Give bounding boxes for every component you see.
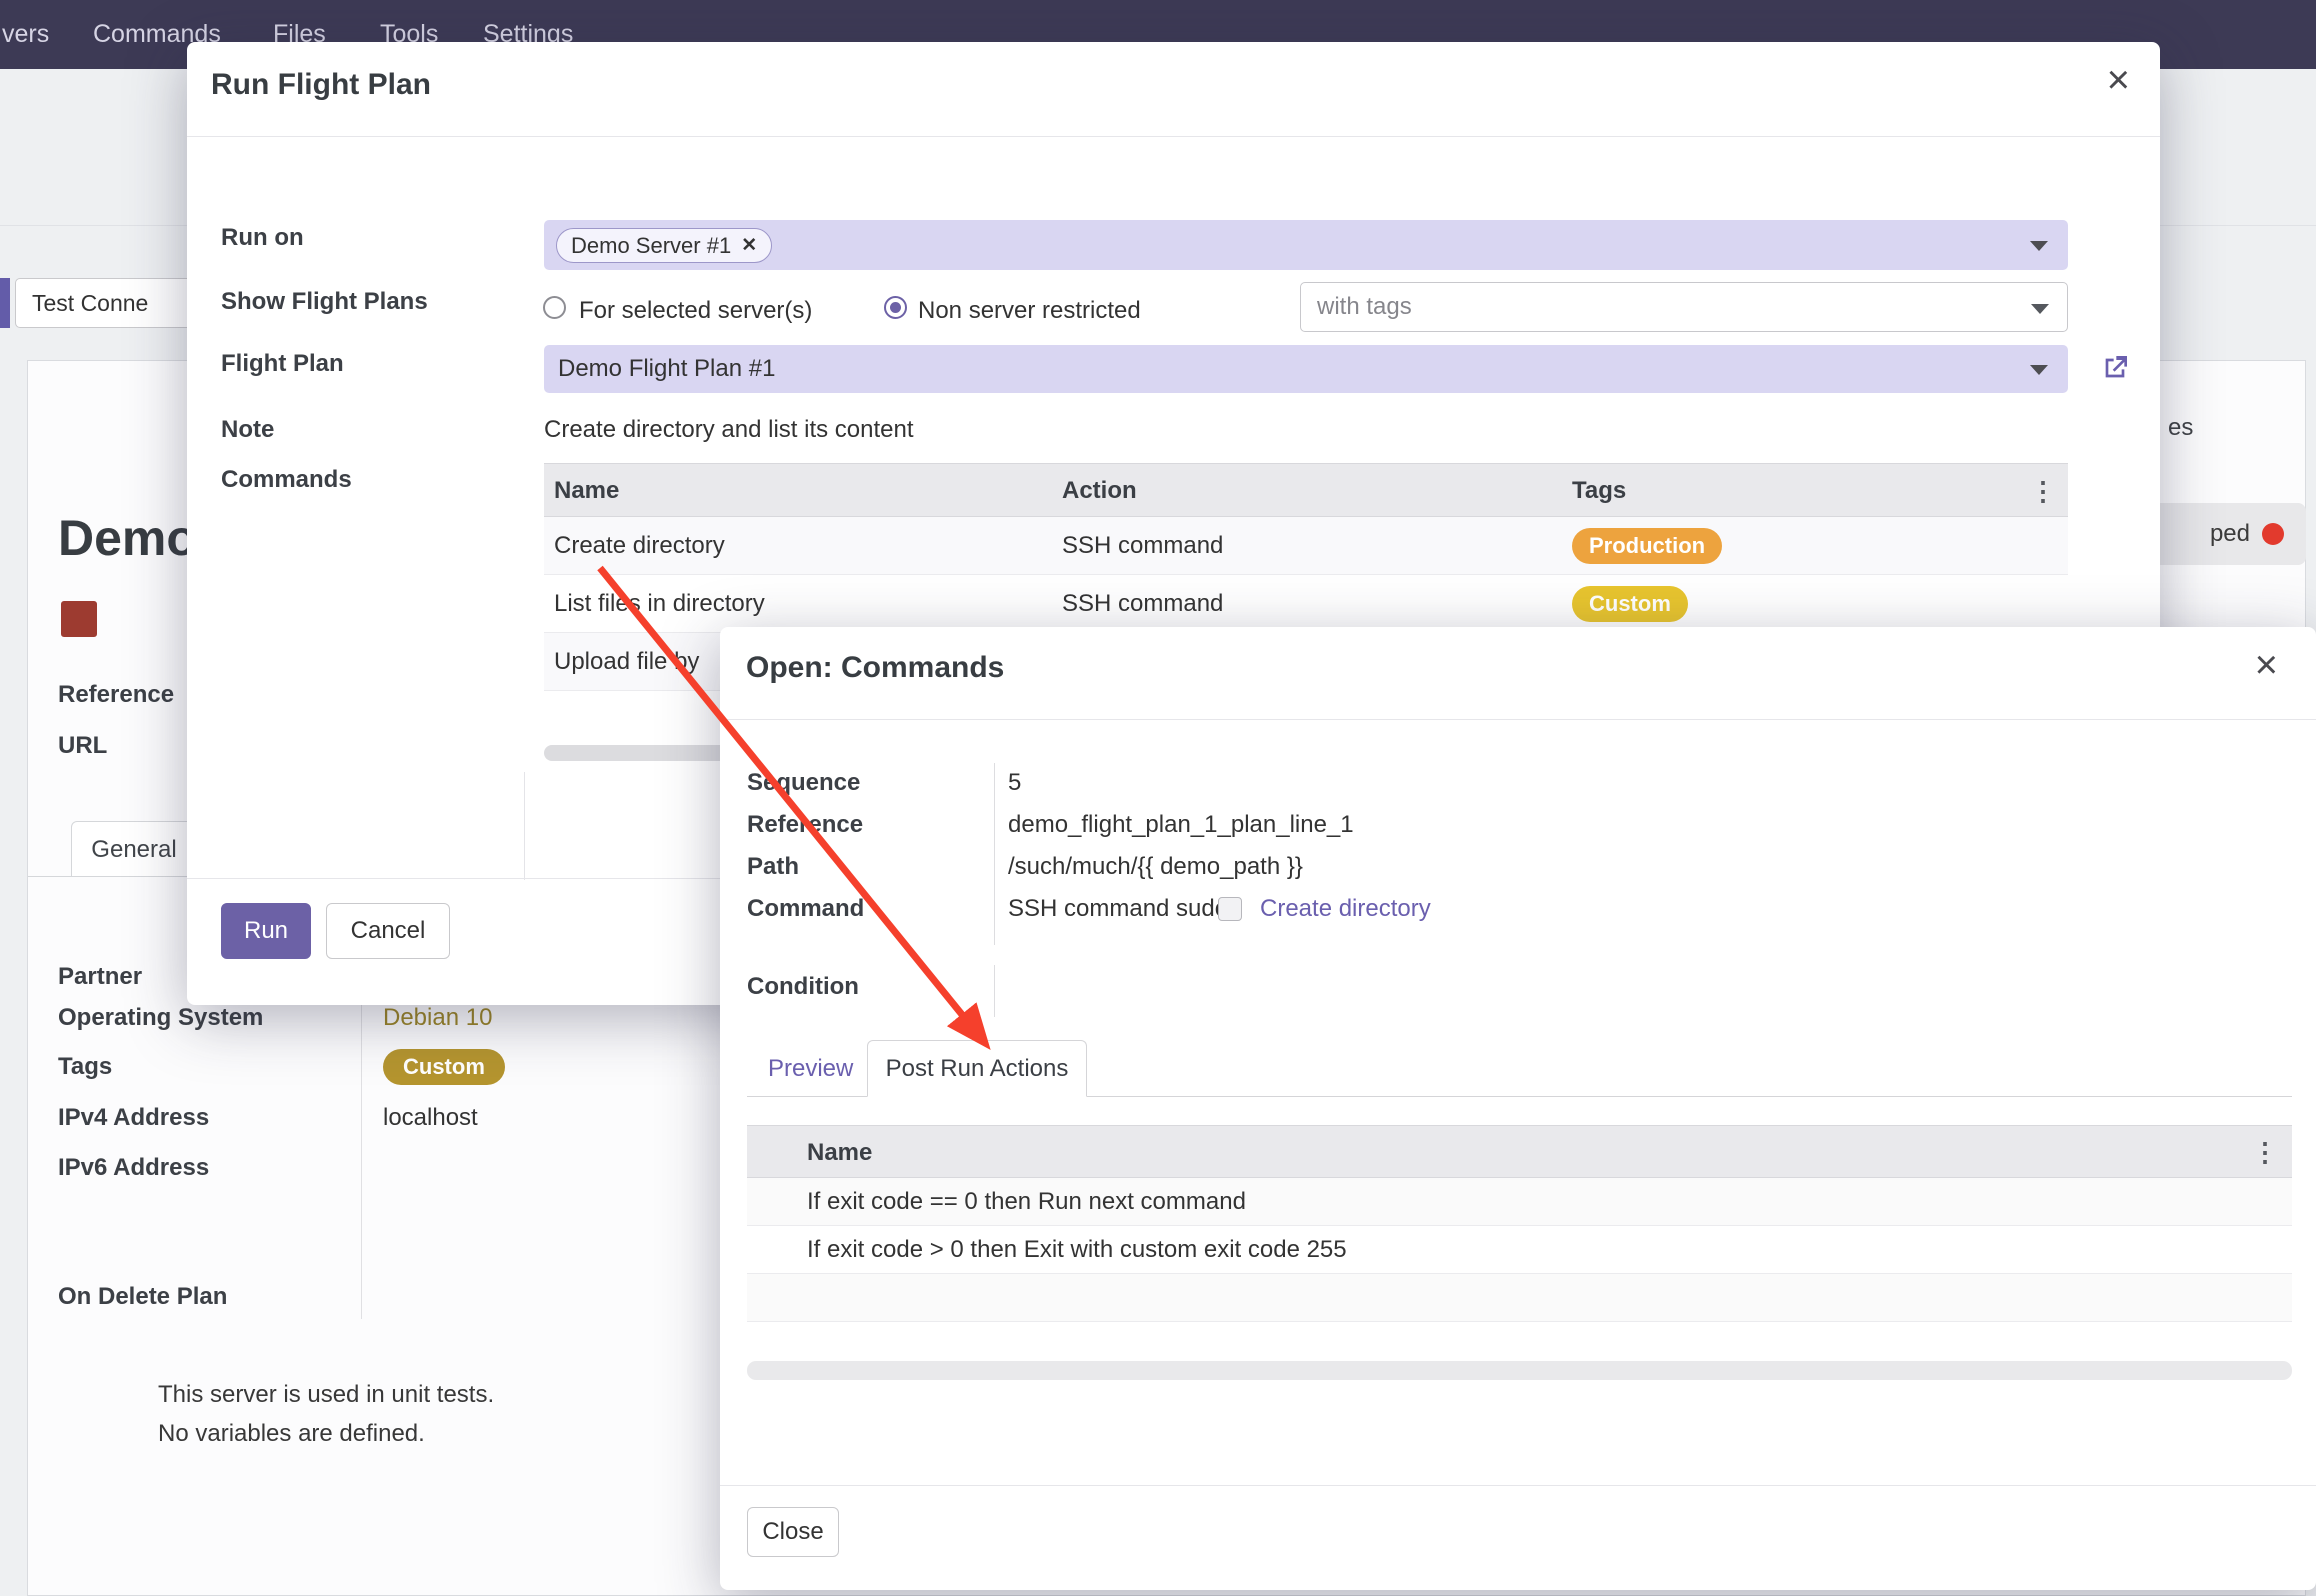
command-value: SSH command sudo — [1008, 895, 1228, 923]
field-separator — [994, 965, 995, 1017]
path-label: Path — [747, 853, 799, 881]
external-link-icon[interactable] — [2099, 352, 2131, 389]
table-row[interactable]: If exit code == 0 then Run next command — [747, 1178, 2292, 1226]
kebab-menu-icon[interactable]: ⋮ — [2030, 476, 2056, 507]
sequence-label: Sequence — [747, 769, 860, 797]
note-label: Note — [221, 416, 274, 444]
reference-value: demo_flight_plan_1_plan_line_1 — [1008, 811, 1354, 839]
row-name: List files in directory — [554, 590, 765, 618]
plan-description: Create directory and list its content — [544, 416, 914, 444]
table-row-empty — [747, 1274, 2292, 1322]
col-name[interactable]: Name — [554, 477, 619, 505]
os-value[interactable]: Debian 10 — [383, 1004, 492, 1032]
radio-non-server-restricted[interactable] — [884, 296, 907, 319]
radio-selected-servers[interactable] — [543, 296, 566, 319]
col-action[interactable]: Action — [1062, 477, 1137, 505]
field-separator — [994, 763, 995, 945]
radio-non-server-restricted-label[interactable]: Non server restricted — [918, 297, 1141, 325]
tab-preview[interactable]: Preview — [768, 1055, 853, 1083]
tab-post-run-actions[interactable]: Post Run Actions — [867, 1040, 1087, 1097]
run-modal-title: Run Flight Plan — [211, 68, 431, 102]
radio-selected-servers-label[interactable]: For selected server(s) — [579, 297, 812, 325]
chevron-down-icon[interactable] — [2030, 365, 2048, 375]
flight-plan-label: Flight Plan — [221, 350, 344, 378]
cancel-button[interactable]: Cancel — [326, 903, 450, 959]
checkbox[interactable] — [1218, 897, 1242, 921]
col-tags[interactable]: Tags — [1572, 477, 1626, 505]
chevron-down-icon[interactable] — [2031, 304, 2049, 314]
server-title: Demo — [58, 509, 197, 567]
table-row[interactable]: If exit code > 0 then Exit with custom e… — [747, 1226, 2292, 1274]
close-icon[interactable]: × — [2255, 645, 2278, 685]
button-fragment[interactable] — [0, 278, 10, 328]
row-action-text: If exit code > 0 then Exit with custom e… — [807, 1236, 1347, 1264]
with-tags-placeholder: with tags — [1317, 293, 1412, 320]
flight-plan-select[interactable]: Demo Flight Plan #1 — [544, 345, 2068, 393]
command-label: Command — [747, 895, 864, 923]
open-commands-modal: Open: Commands × Sequence 5 Reference de… — [720, 627, 2316, 1590]
ipv4-label: IPv4 Address — [58, 1104, 209, 1132]
run-on-label: Run on — [221, 224, 304, 252]
horizontal-scrollbar[interactable] — [747, 1361, 2292, 1380]
tags-label: Tags — [58, 1053, 112, 1081]
table-row[interactable]: Create directory SSH command Production — [544, 517, 2068, 575]
status-text: ped — [2210, 520, 2250, 548]
with-tags-input[interactable]: with tags — [1300, 282, 2068, 332]
server-chip[interactable]: Demo Server #1 ✕ — [556, 228, 772, 263]
tag-production: Production — [1572, 528, 1722, 564]
tab-general[interactable]: General — [71, 821, 197, 877]
nav-item-servers[interactable]: vers — [2, 0, 49, 69]
commands-modal-title: Open: Commands — [746, 651, 1004, 685]
reference-label: Reference — [58, 681, 174, 709]
screen: vers Commands Files Tools Settings Test … — [0, 0, 2316, 1596]
actions-table-header: Name ⋮ — [747, 1125, 2292, 1178]
chevron-down-icon[interactable] — [2030, 241, 2048, 251]
close-icon[interactable]: × — [2107, 60, 2130, 100]
show-flight-plans-label: Show Flight Plans — [221, 288, 428, 316]
column-divider — [361, 959, 362, 1319]
condition-label: Condition — [747, 973, 859, 1001]
unit-test-note-line2: No variables are defined. — [158, 1420, 425, 1448]
tag-custom-badge[interactable]: Custom — [383, 1049, 505, 1085]
unit-test-note-line1: This server is used in unit tests. — [158, 1381, 494, 1409]
row-name: Upload file by — [554, 648, 699, 676]
on-delete-plan-label: On Delete Plan — [58, 1283, 227, 1311]
field-separator — [524, 772, 525, 880]
os-label: Operating System — [58, 1004, 263, 1032]
commands-table-header: Name Action Tags ⋮ — [544, 463, 2068, 517]
right-tab-fragment[interactable]: es — [2168, 414, 2193, 442]
path-value: /such/much/{{ demo_path }} — [1008, 853, 1303, 881]
flight-plan-value: Demo Flight Plan #1 — [558, 355, 775, 383]
ipv4-value: localhost — [383, 1104, 478, 1132]
url-label: URL — [58, 732, 107, 760]
row-name: Create directory — [554, 532, 725, 560]
color-swatch[interactable] — [61, 601, 97, 637]
row-action: SSH command — [1062, 532, 1223, 560]
create-directory-link[interactable]: Create directory — [1260, 895, 1431, 923]
sequence-value: 5 — [1008, 769, 1021, 797]
col-name[interactable]: Name — [807, 1139, 872, 1167]
reference-label: Reference — [747, 811, 863, 839]
ipv6-label: IPv6 Address — [58, 1154, 209, 1182]
run-button[interactable]: Run — [221, 903, 311, 959]
commands-label: Commands — [221, 466, 352, 494]
table-row[interactable]: List files in directory SSH command Cust… — [544, 575, 2068, 633]
chip-remove-icon[interactable]: ✕ — [741, 234, 757, 257]
row-action-text: If exit code == 0 then Run next command — [807, 1188, 1246, 1216]
run-on-select[interactable]: Demo Server #1 ✕ — [544, 220, 2068, 270]
kebab-menu-icon[interactable]: ⋮ — [2252, 1137, 2278, 1168]
status-dot-icon — [2262, 523, 2284, 545]
tag-custom: Custom — [1572, 586, 1688, 622]
close-button[interactable]: Close — [747, 1507, 839, 1557]
row-action: SSH command — [1062, 590, 1223, 618]
server-chip-label: Demo Server #1 — [571, 233, 731, 259]
partner-label: Partner — [58, 963, 142, 991]
